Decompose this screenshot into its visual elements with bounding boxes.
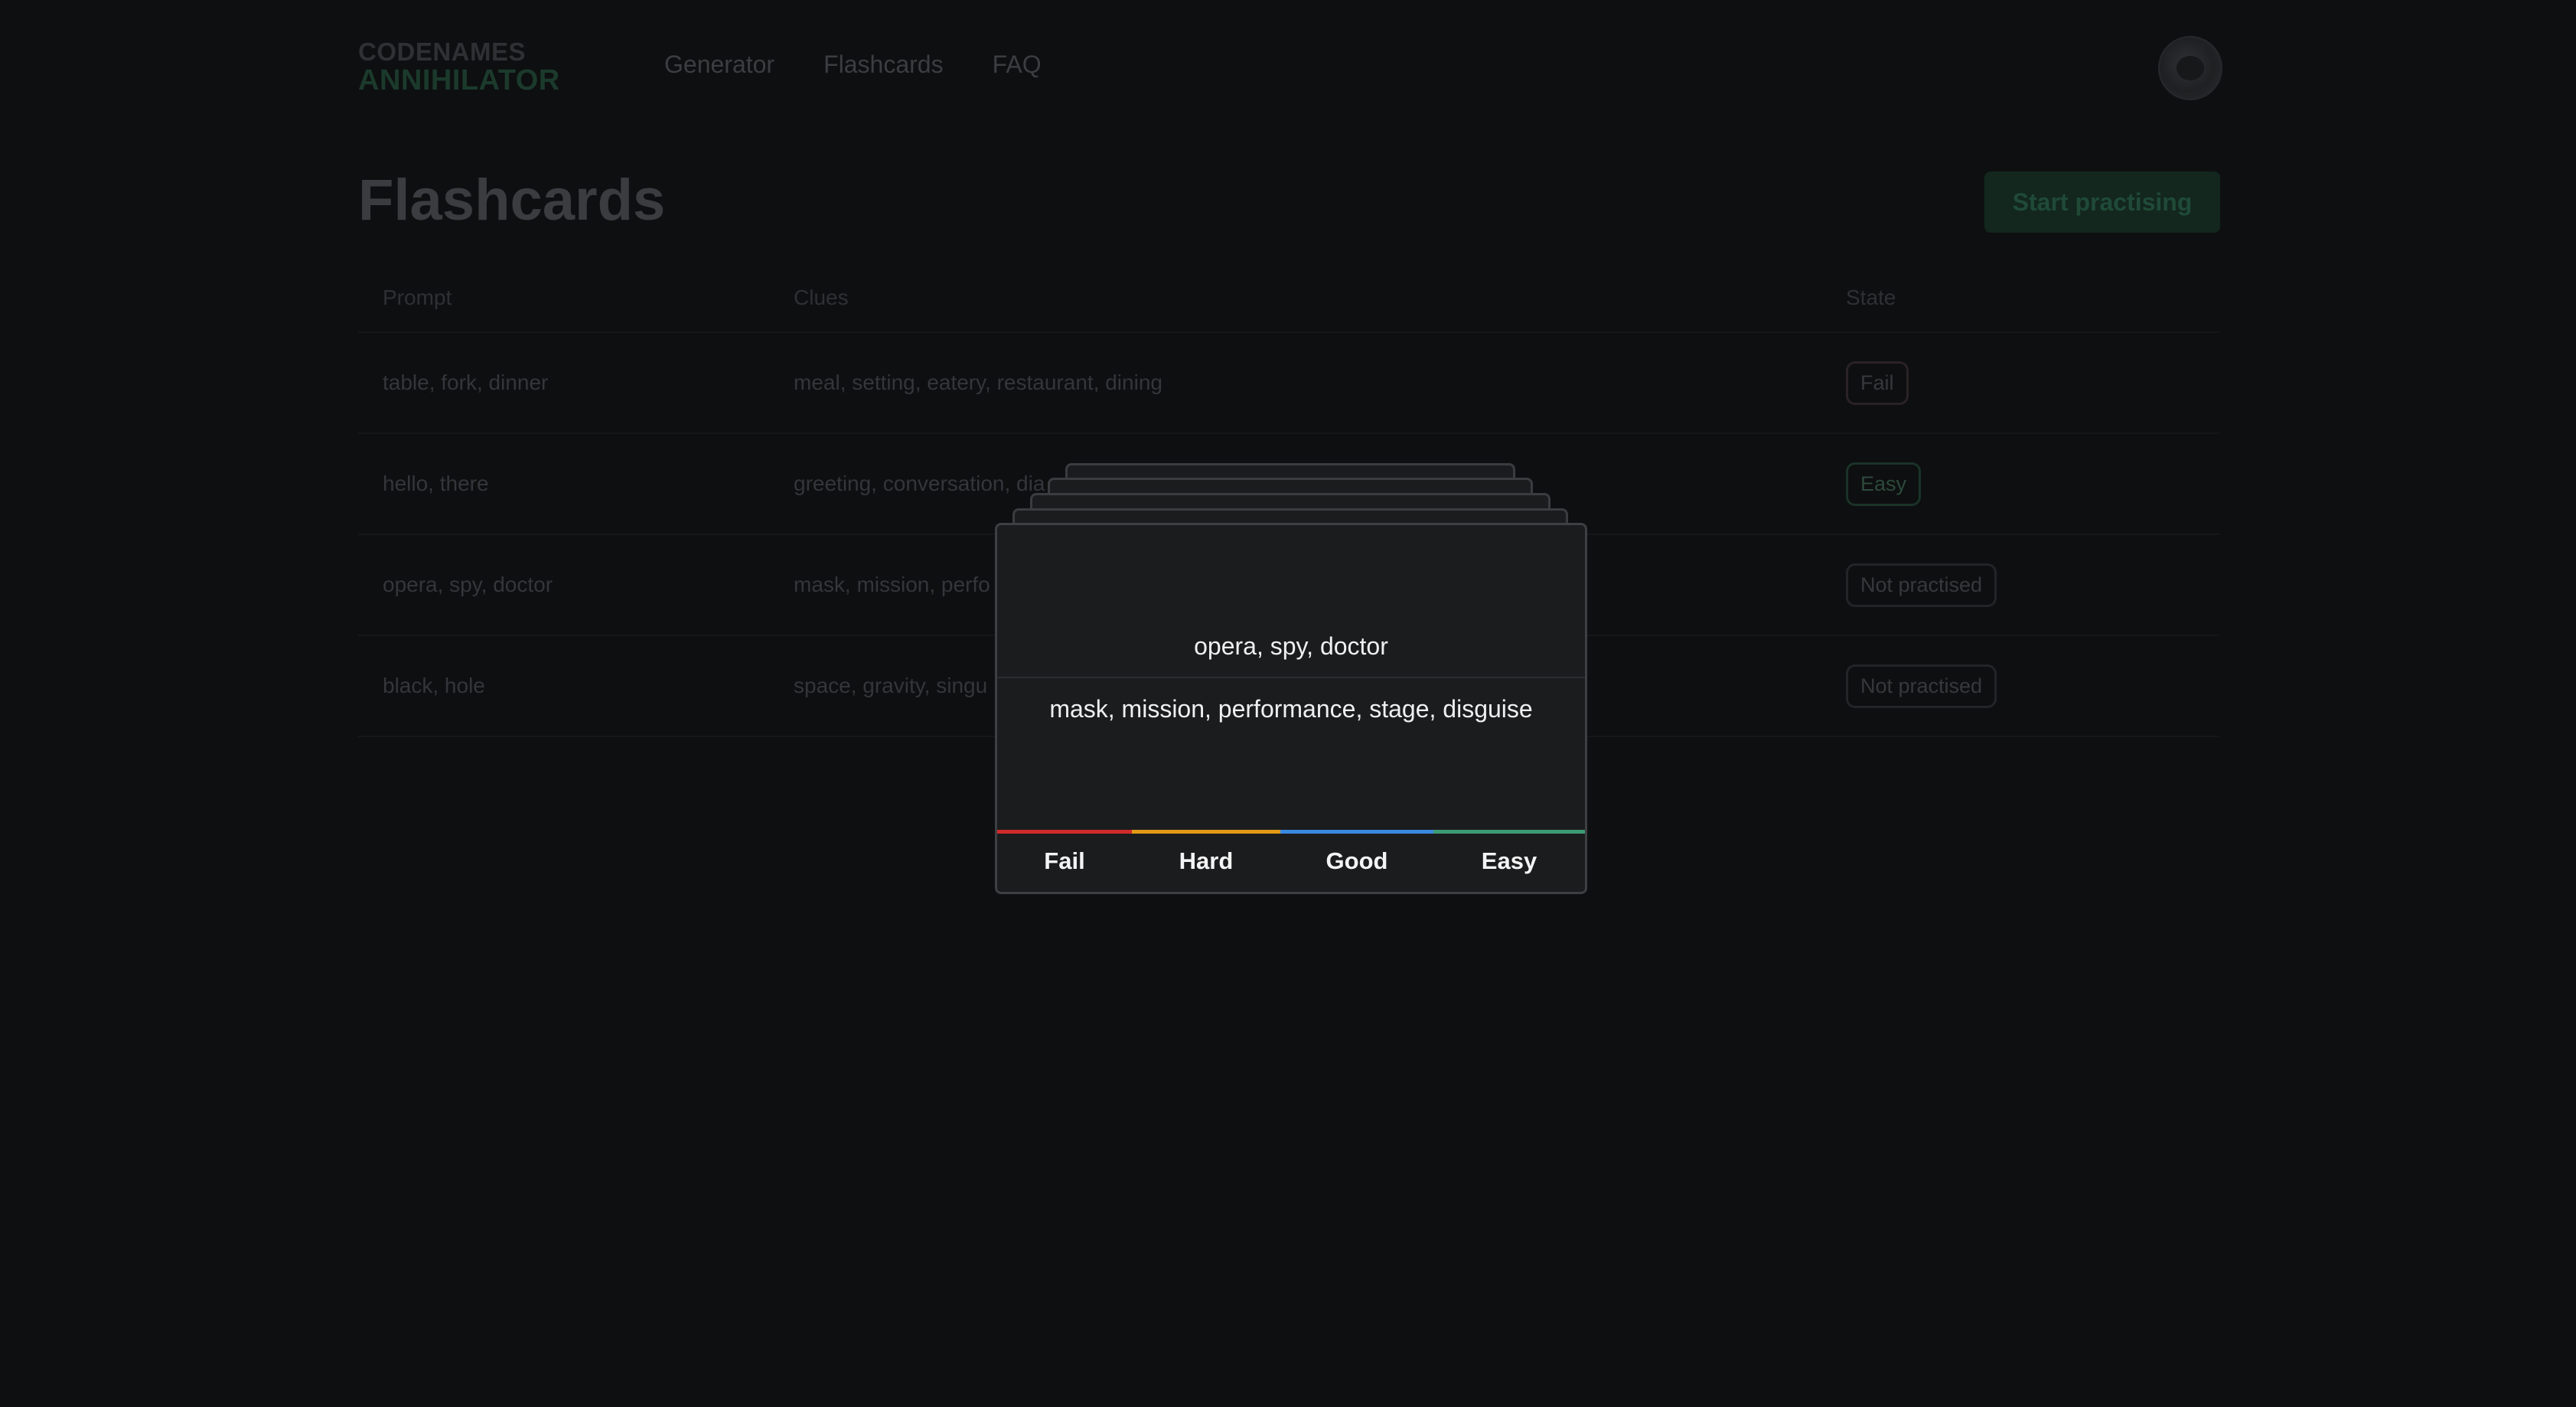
row-state-cell: Easy — [1846, 434, 1922, 534]
rate-hard-button[interactable]: Hard — [1132, 830, 1280, 892]
nav-item-flashcards[interactable]: Flashcards — [823, 51, 944, 79]
row-clues: mask, mission, perfo — [794, 573, 990, 596]
flashcard: opera, spy, doctor mask, mission, perfor… — [995, 523, 1587, 894]
logo-text-bottom: ANNIHILATOR — [358, 64, 560, 96]
avatar[interactable] — [2158, 36, 2222, 100]
status-badge: Not practised — [1846, 664, 1997, 708]
flashcard-divider — [997, 677, 1585, 678]
row-clues: meal, setting, eatery, restaurant, dinin… — [794, 371, 1162, 394]
row-prompt: table, fork, dinner — [383, 371, 549, 394]
rate-good-button[interactable]: Good — [1280, 830, 1433, 892]
logo-text-top: CODENAMES — [358, 38, 527, 66]
row-state-cell: Fail — [1846, 333, 1909, 433]
status-badge: Easy — [1846, 462, 1922, 506]
table-row[interactable]: table, fork, dinner meal, setting, eater… — [358, 333, 2219, 434]
flashcard-clues: mask, mission, performance, stage, disgu… — [1049, 695, 1533, 723]
column-header-prompt: Prompt — [383, 286, 452, 309]
row-prompt: black, hole — [383, 674, 485, 697]
start-practising-button[interactable]: Start practising — [1984, 171, 2220, 233]
column-header-clues: Clues — [794, 286, 849, 309]
rate-easy-button[interactable]: Easy — [1433, 830, 1585, 892]
avatar-image — [2177, 56, 2204, 80]
status-badge: Not practised — [1846, 563, 1997, 607]
rate-fail-button[interactable]: Fail — [997, 830, 1132, 892]
app-logo[interactable]: CODENAMES ANNIHILATOR — [358, 38, 560, 96]
row-state-cell: Not practised — [1846, 636, 1997, 736]
rating-bar: Fail Hard Good Easy — [997, 830, 1585, 892]
flashcard-prompt: opera, spy, doctor — [1194, 632, 1388, 660]
page-title: Flashcards — [358, 168, 666, 233]
page-root: CODENAMES ANNIHILATOR Generator Flashcar… — [0, 0, 2576, 1407]
row-prompt: hello, there — [383, 472, 489, 495]
status-badge: Fail — [1846, 361, 1909, 405]
row-clues: greeting, conversation, dia — [794, 472, 1045, 495]
row-clues: space, gravity, singu — [794, 674, 988, 697]
column-header-state: State — [1846, 286, 1896, 309]
main-nav: Generator Flashcards FAQ — [664, 51, 1042, 79]
row-state-cell: Not practised — [1846, 535, 1997, 635]
nav-item-generator[interactable]: Generator — [664, 51, 774, 79]
row-prompt: opera, spy, doctor — [383, 573, 553, 596]
nav-item-faq[interactable]: FAQ — [993, 51, 1042, 79]
table-header: Prompt Clues State — [358, 264, 2219, 333]
